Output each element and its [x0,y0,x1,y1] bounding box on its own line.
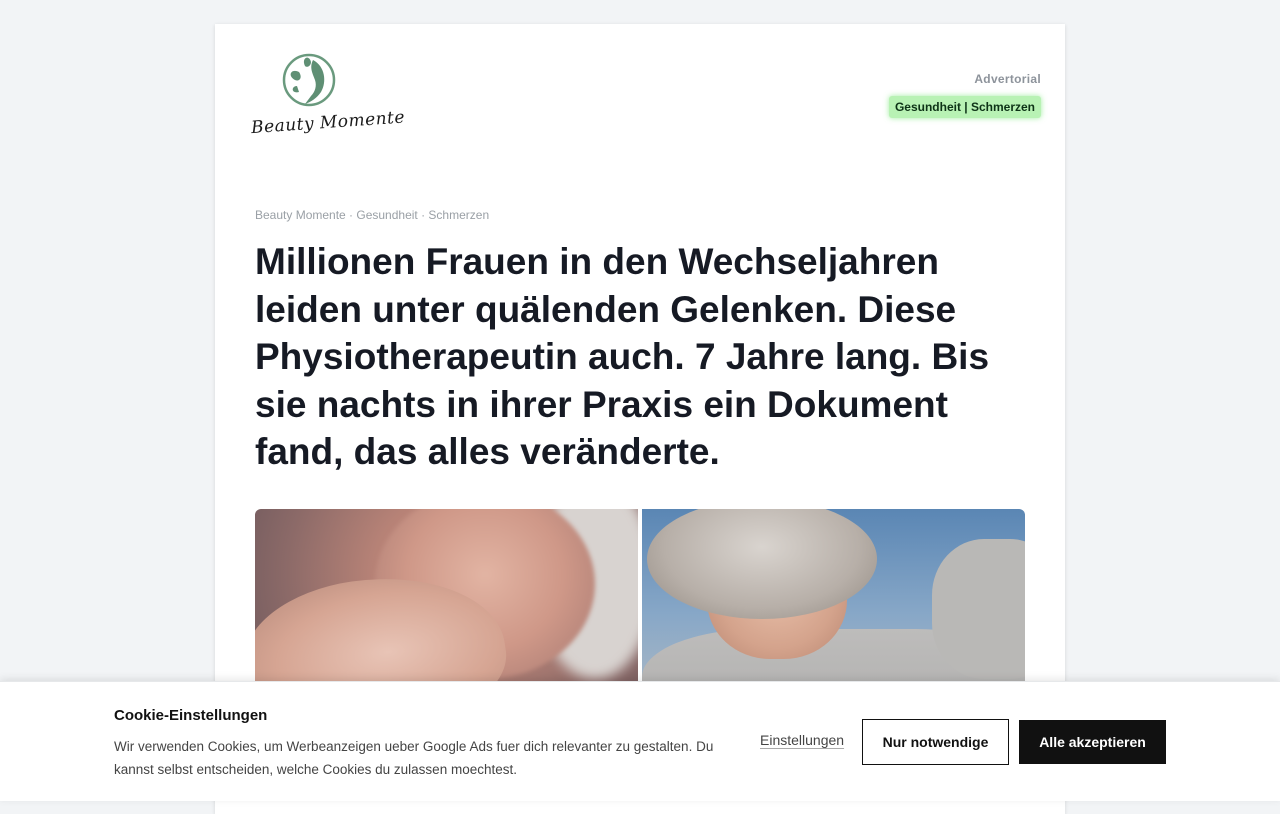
cookie-title: Cookie-Einstellungen [114,707,268,724]
advertorial-label: Advertorial [974,72,1041,86]
article-headline: Millionen Frauen in den Wechseljahren le… [255,241,990,472]
brand-logo[interactable]: Beauty Momente [250,52,406,140]
category-tag: Gesundheit | Schmerzen [888,96,1041,118]
necessary-cookies-button[interactable]: Nur notwendige [862,719,1009,765]
cookie-settings-link[interactable]: Einstellungen [760,732,844,748]
cookie-banner: Cookie-Einstellungen Wir verwenden Cooki… [0,681,1280,801]
accept-all-cookies-button[interactable]: Alle akzeptieren [1019,720,1166,764]
breadcrumb: Beauty Momente · Gesundheit · Schmerzen [255,208,490,222]
cookie-description: Wir verwenden Cookies, um Werbeanzeigen … [114,739,714,777]
